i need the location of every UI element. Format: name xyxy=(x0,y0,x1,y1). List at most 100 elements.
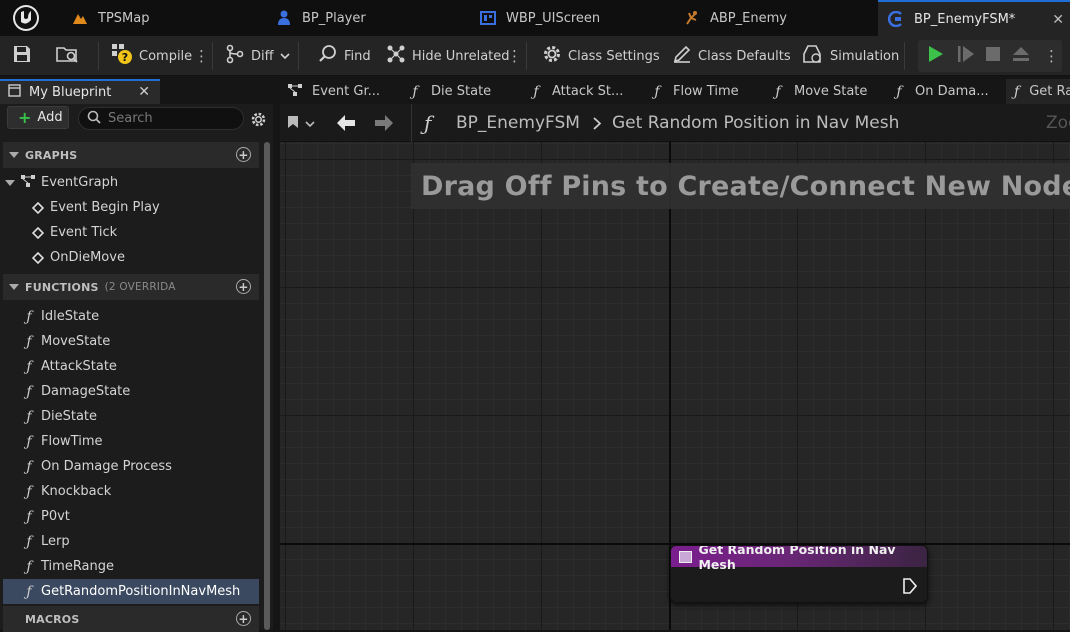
search-input[interactable] xyxy=(108,111,238,126)
diff-button[interactable]: Diff xyxy=(225,36,290,76)
graphs-section-header[interactable]: GRAPHS + xyxy=(3,142,259,168)
macros-section-header[interactable]: MACROS + xyxy=(3,606,259,632)
node-header[interactable]: Get Random Position in Nav Mesh xyxy=(671,546,927,572)
graph-tab-attack-state[interactable]: ƒ Attack St... xyxy=(522,79,640,104)
save-button[interactable] xyxy=(12,36,32,76)
step-button[interactable] xyxy=(957,36,975,76)
function-item-label: Knockback xyxy=(41,484,112,499)
graph-canvas[interactable]: Drag Off Pins to Create/Connect New Node… xyxy=(280,142,1070,630)
class-settings-button[interactable]: Class Settings xyxy=(542,36,660,76)
section-title: MACROS xyxy=(25,612,80,626)
function-item[interactable]: ƒ MoveState xyxy=(3,329,259,354)
forward-arrow-icon[interactable] xyxy=(374,114,394,132)
function-item[interactable]: ƒ AttackState xyxy=(3,354,259,379)
function-item-label: FlowTime xyxy=(41,434,103,449)
close-icon[interactable]: ✕ xyxy=(1052,12,1064,28)
graph-icon xyxy=(288,83,302,100)
doc-tab-bp-player[interactable]: BP_Player xyxy=(266,0,466,36)
breadcrumb-root[interactable]: BP_EnemyFSM xyxy=(456,113,580,133)
tree-item-label: Event Begin Play xyxy=(50,200,160,215)
function-item[interactable]: ƒ P0vt xyxy=(3,504,259,529)
graph-tab-label: On Dama... xyxy=(915,84,989,99)
function-item[interactable]: ƒ On Damage Process xyxy=(3,454,259,479)
play-button[interactable] xyxy=(928,36,944,76)
back-arrow-icon[interactable] xyxy=(336,114,356,132)
tree-item-event-tick[interactable]: Event Tick xyxy=(3,220,259,245)
play-options-button[interactable]: ⋮ xyxy=(1044,36,1059,76)
function-icon: ƒ xyxy=(26,408,32,425)
tree-item-eventgraph[interactable]: EventGraph xyxy=(3,170,259,195)
unreal-logo-icon[interactable] xyxy=(4,0,48,36)
graph-tab-die-state[interactable]: ƒ Die State xyxy=(401,79,519,104)
function-icon: ƒ xyxy=(424,111,432,135)
close-icon[interactable]: ✕ xyxy=(138,84,150,100)
caret-down-icon xyxy=(5,179,15,186)
doc-tab-wbp-uiscreen[interactable]: WBP_UIScreen xyxy=(470,0,670,36)
chevron-down-icon xyxy=(280,49,290,64)
bookmark-button[interactable] xyxy=(287,115,315,133)
graph-tab-on-damage[interactable]: ƒ On Dama... xyxy=(885,79,1003,104)
add-function-icon[interactable]: + xyxy=(236,279,251,294)
doc-tab-bp-enemyfsm[interactable]: BP_EnemyFSM* ✕ xyxy=(878,0,1070,36)
find-button[interactable]: Find xyxy=(318,36,371,76)
function-item[interactable]: ƒ Lerp xyxy=(3,529,259,554)
function-item-label: On Damage Process xyxy=(41,459,172,474)
gear-icon[interactable] xyxy=(250,111,267,132)
add-graph-icon[interactable]: + xyxy=(236,147,251,162)
node-title: Get Random Position in Nav Mesh xyxy=(698,545,896,572)
class-defaults-button[interactable]: Class Defaults xyxy=(672,36,791,76)
chevron-right-icon xyxy=(593,117,601,130)
section-title: GRAPHS xyxy=(25,148,78,162)
graph-tab-label: Event Gr... xyxy=(312,84,380,99)
graph-tab-event-graph[interactable]: Event Gr... xyxy=(280,79,398,104)
function-item[interactable]: ƒ FlowTime xyxy=(3,429,259,454)
doc-tab-abp-enemy[interactable]: ABP_Enemy xyxy=(674,0,874,36)
widget-blueprint-icon xyxy=(480,10,496,26)
function-item-label: IdleState xyxy=(41,309,100,324)
graph-tab-move-state[interactable]: ƒ Move State xyxy=(764,79,882,104)
graph-tab-flow-time[interactable]: ƒ Flow Time xyxy=(643,79,761,104)
simulation-button[interactable]: Simulation xyxy=(802,36,899,76)
function-item[interactable]: ƒ Knockback xyxy=(3,479,259,504)
tree-item-label: EventGraph xyxy=(41,175,119,190)
simulation-icon xyxy=(802,44,824,68)
add-button[interactable]: + Add xyxy=(7,106,69,129)
stop-button[interactable] xyxy=(986,36,1000,76)
class-defaults-icon xyxy=(672,44,692,68)
eject-button[interactable] xyxy=(1012,36,1030,76)
function-item[interactable]: ƒ TimeRange xyxy=(3,554,259,579)
my-blueprint-tab[interactable]: My Blueprint ✕ xyxy=(0,79,160,104)
hide-unrelated-options-button[interactable]: ⋮ xyxy=(507,36,522,76)
tree-item-ondiemove[interactable]: OnDieMove xyxy=(3,245,259,270)
blueprint-toolbar: ? Compile ⋮ Diff Find Hide Unrelated ⋮ C… xyxy=(0,36,1070,76)
diff-icon xyxy=(225,44,245,68)
graph-tab-get-random-position[interactable]: ƒ Get Ra xyxy=(1006,79,1070,104)
doc-tab-tpsmap[interactable]: TPSMap xyxy=(62,0,262,36)
function-item[interactable]: ƒ IdleState xyxy=(3,304,259,329)
function-entry-node[interactable]: Get Random Position in Nav Mesh xyxy=(670,545,928,603)
caret-down-icon xyxy=(9,152,19,158)
function-item[interactable]: ƒ GetRandomPositionInNavMesh xyxy=(3,579,259,604)
function-icon: ƒ xyxy=(26,458,32,475)
hide-unrelated-icon xyxy=(386,44,406,68)
browse-button[interactable] xyxy=(56,36,80,76)
toolbar-divider xyxy=(212,42,213,70)
search-icon xyxy=(87,110,101,128)
compile-options-button[interactable]: ⋮ xyxy=(194,36,209,76)
search-field[interactable] xyxy=(78,107,244,130)
graph-icon xyxy=(21,174,35,191)
graph-tab-strip: Event Gr... ƒ Die State ƒ Attack St... ƒ… xyxy=(280,79,1070,104)
functions-section-header[interactable]: FUNCTIONS (2 OVERRIDA + xyxy=(3,274,259,300)
panel-scrollbar[interactable] xyxy=(263,142,271,630)
tree-item-event-begin-play[interactable]: Event Begin Play xyxy=(3,195,259,220)
add-macro-icon[interactable]: + xyxy=(236,611,251,626)
function-item[interactable]: ƒ DamageState xyxy=(3,379,259,404)
compile-button[interactable]: ? Compile xyxy=(111,36,192,76)
exec-output-pin-icon[interactable] xyxy=(903,578,918,598)
function-icon: ƒ xyxy=(654,83,660,100)
function-item[interactable]: ƒ DieState xyxy=(3,404,259,429)
diff-label: Diff xyxy=(251,48,274,64)
scrollbar-thumb[interactable] xyxy=(264,142,270,630)
hide-unrelated-button[interactable]: Hide Unrelated xyxy=(386,36,510,76)
graph-tab-label: Die State xyxy=(431,84,492,99)
